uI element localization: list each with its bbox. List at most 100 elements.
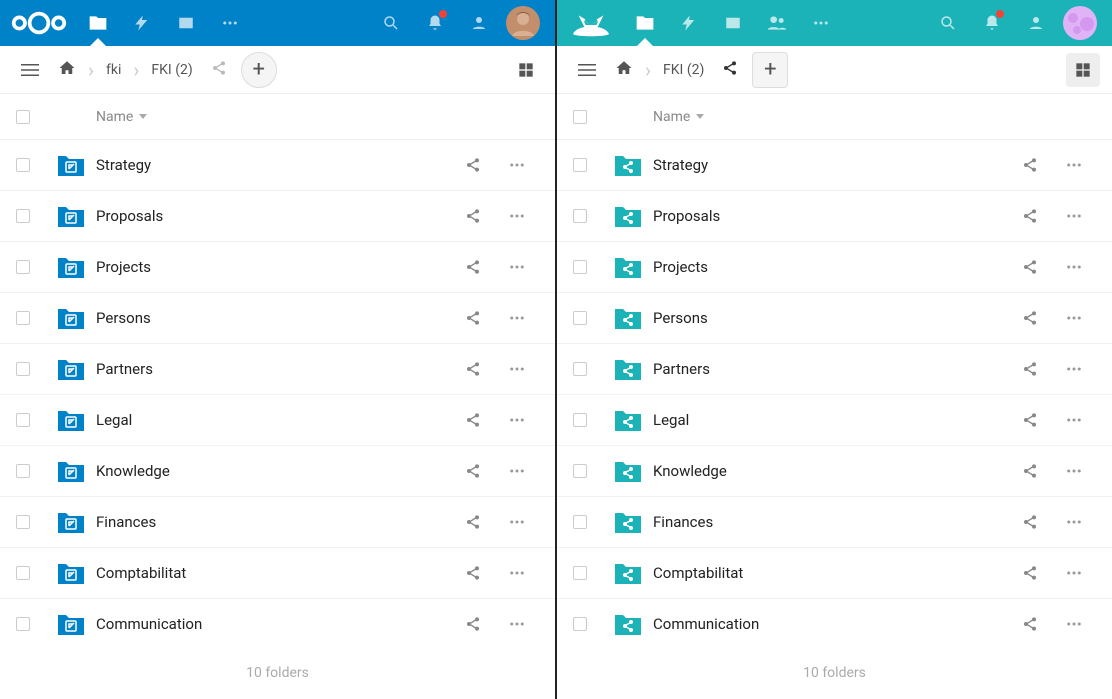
nav-more-icon[interactable] bbox=[799, 0, 843, 46]
file-name[interactable]: Knowledge bbox=[96, 462, 451, 480]
more-actions-icon[interactable] bbox=[1052, 462, 1096, 480]
share-icon[interactable] bbox=[451, 259, 495, 275]
nav-contacts-icon[interactable] bbox=[755, 0, 799, 46]
nav-activity-icon[interactable] bbox=[667, 0, 711, 46]
share-icon[interactable] bbox=[1008, 616, 1052, 632]
contacts-icon[interactable] bbox=[1014, 0, 1058, 46]
share-icon[interactable] bbox=[451, 361, 495, 377]
share-icon[interactable] bbox=[1008, 259, 1052, 275]
table-row[interactable]: Projects bbox=[0, 242, 555, 293]
share-icon[interactable] bbox=[1008, 361, 1052, 377]
user-avatar[interactable] bbox=[501, 0, 545, 46]
share-icon[interactable] bbox=[451, 208, 495, 224]
row-checkbox[interactable] bbox=[573, 617, 587, 631]
file-name[interactable]: Projects bbox=[96, 258, 451, 276]
nav-files-icon[interactable] bbox=[76, 0, 120, 46]
file-name[interactable]: Persons bbox=[96, 309, 451, 327]
table-row[interactable]: Proposals bbox=[557, 191, 1112, 242]
table-row[interactable]: Persons bbox=[0, 293, 555, 344]
sort-by-name[interactable]: Name bbox=[96, 109, 147, 125]
file-name[interactable]: Comptabilitat bbox=[96, 564, 451, 582]
file-name[interactable]: Persons bbox=[653, 309, 1008, 327]
notifications-icon[interactable] bbox=[970, 0, 1014, 46]
breadcrumb-home-icon[interactable] bbox=[609, 55, 639, 85]
notifications-icon[interactable] bbox=[413, 0, 457, 46]
more-actions-icon[interactable] bbox=[1052, 564, 1096, 582]
more-actions-icon[interactable] bbox=[495, 462, 539, 480]
table-row[interactable]: Communication bbox=[557, 599, 1112, 647]
breadcrumb-share-icon[interactable] bbox=[716, 56, 744, 84]
table-row[interactable]: Communication bbox=[0, 599, 555, 647]
table-row[interactable]: Comptabilitat bbox=[557, 548, 1112, 599]
table-row[interactable]: Knowledge bbox=[557, 446, 1112, 497]
nav-more-icon[interactable] bbox=[208, 0, 252, 46]
breadcrumb-segment[interactable]: FKI (2) bbox=[145, 58, 198, 82]
more-actions-icon[interactable] bbox=[495, 156, 539, 174]
more-actions-icon[interactable] bbox=[1052, 156, 1096, 174]
table-row[interactable]: Comptabilitat bbox=[0, 548, 555, 599]
table-row[interactable]: Persons bbox=[557, 293, 1112, 344]
file-name[interactable]: Partners bbox=[653, 360, 1008, 378]
table-row[interactable]: Strategy bbox=[557, 140, 1112, 191]
more-actions-icon[interactable] bbox=[495, 360, 539, 378]
file-name[interactable]: Knowledge bbox=[653, 462, 1008, 480]
select-all-checkbox[interactable] bbox=[573, 110, 587, 124]
nav-gallery-icon[interactable] bbox=[164, 0, 208, 46]
table-row[interactable]: Partners bbox=[557, 344, 1112, 395]
row-checkbox[interactable] bbox=[16, 413, 30, 427]
share-icon[interactable] bbox=[451, 157, 495, 173]
nav-activity-icon[interactable] bbox=[120, 0, 164, 46]
share-icon[interactable] bbox=[451, 616, 495, 632]
file-name[interactable]: Partners bbox=[96, 360, 451, 378]
more-actions-icon[interactable] bbox=[495, 309, 539, 327]
more-actions-icon[interactable] bbox=[1052, 309, 1096, 327]
user-avatar[interactable] bbox=[1058, 0, 1102, 46]
table-row[interactable]: Partners bbox=[0, 344, 555, 395]
table-row[interactable]: Strategy bbox=[0, 140, 555, 191]
file-name[interactable]: Finances bbox=[653, 513, 1008, 531]
breadcrumb-segment[interactable]: FKI (2) bbox=[657, 58, 710, 82]
row-checkbox[interactable] bbox=[573, 311, 587, 325]
more-actions-icon[interactable] bbox=[1052, 258, 1096, 276]
share-icon[interactable] bbox=[451, 514, 495, 530]
row-checkbox[interactable] bbox=[573, 209, 587, 223]
row-checkbox[interactable] bbox=[16, 515, 30, 529]
new-button[interactable]: + bbox=[241, 52, 277, 88]
file-name[interactable]: Legal bbox=[653, 411, 1008, 429]
file-name[interactable]: Projects bbox=[653, 258, 1008, 276]
row-checkbox[interactable] bbox=[16, 362, 30, 376]
file-name[interactable]: Legal bbox=[96, 411, 451, 429]
nav-files-icon[interactable] bbox=[623, 0, 667, 46]
file-name[interactable]: Communication bbox=[96, 615, 451, 633]
row-checkbox[interactable] bbox=[573, 566, 587, 580]
row-checkbox[interactable] bbox=[573, 158, 587, 172]
menu-toggle-icon[interactable] bbox=[569, 52, 605, 88]
more-actions-icon[interactable] bbox=[1052, 615, 1096, 633]
share-icon[interactable] bbox=[451, 412, 495, 428]
sort-by-name[interactable]: Name bbox=[653, 109, 704, 125]
contacts-icon[interactable] bbox=[457, 0, 501, 46]
table-row[interactable]: Finances bbox=[0, 497, 555, 548]
file-name[interactable]: Comptabilitat bbox=[653, 564, 1008, 582]
more-actions-icon[interactable] bbox=[495, 615, 539, 633]
row-checkbox[interactable] bbox=[573, 260, 587, 274]
grid-view-toggle-icon[interactable] bbox=[509, 53, 543, 87]
nav-gallery-icon[interactable] bbox=[711, 0, 755, 46]
row-checkbox[interactable] bbox=[16, 566, 30, 580]
more-actions-icon[interactable] bbox=[495, 564, 539, 582]
share-icon[interactable] bbox=[451, 463, 495, 479]
share-icon[interactable] bbox=[1008, 310, 1052, 326]
file-name[interactable]: Strategy bbox=[96, 156, 451, 174]
table-row[interactable]: Legal bbox=[0, 395, 555, 446]
row-checkbox[interactable] bbox=[16, 158, 30, 172]
new-button[interactable]: + bbox=[752, 52, 788, 88]
row-checkbox[interactable] bbox=[573, 515, 587, 529]
share-icon[interactable] bbox=[1008, 514, 1052, 530]
table-row[interactable]: Knowledge bbox=[0, 446, 555, 497]
grid-view-toggle-icon[interactable] bbox=[1066, 53, 1100, 87]
more-actions-icon[interactable] bbox=[495, 411, 539, 429]
breadcrumb-share-icon[interactable] bbox=[205, 56, 233, 84]
share-icon[interactable] bbox=[1008, 157, 1052, 173]
search-icon[interactable] bbox=[926, 0, 970, 46]
row-checkbox[interactable] bbox=[573, 362, 587, 376]
